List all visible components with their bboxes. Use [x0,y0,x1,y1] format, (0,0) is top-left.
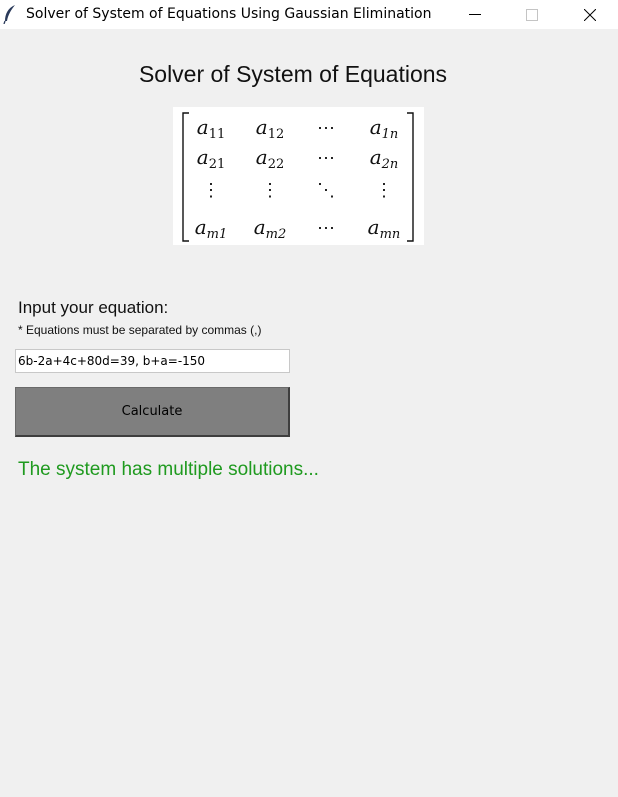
matrix-entry: ⋱ [317,180,335,201]
result-message: The system has multiple solutions... [18,459,319,480]
matrix-entry: a11 [197,115,225,142]
minimize-button[interactable] [452,0,498,29]
matrix-entry: ⋮ [375,180,393,201]
matrix-entry: a1n [370,115,399,142]
close-button[interactable] [567,0,613,29]
matrix-entry: am1 [195,215,228,242]
input-label: Input your equation: [18,298,169,317]
matrix-entry: ⋯ [317,218,335,239]
matrix-entry: am2 [254,215,287,242]
minimize-icon [469,14,481,15]
matrix-entry: ⋮ [202,180,220,201]
matrix-entry: a2n [370,145,399,172]
matrix-image: a11 a12 ⋯ a1n a21 a22 ⋯ a2n ⋮ ⋮ ⋱ ⋮ am1 am2 ⋯ amn [173,107,424,245]
matrix-entry: a21 [197,145,225,172]
calculate-label: Calculate [121,404,183,419]
matrix-entry: ⋮ [261,180,279,201]
matrix-entry: ⋯ [317,148,335,169]
calculate-button[interactable]: Calculate [15,387,290,437]
feather-icon [3,4,17,25]
maximize-icon [526,9,538,21]
matrix-entry: amn [368,215,401,242]
matrix-entry: ⋯ [317,118,335,139]
close-icon [584,9,596,21]
matrix-entry: a22 [256,145,284,172]
page-title: Solver of System of Equations [138,61,448,87]
title-bar: Solver of System of Equations Using Gaus… [0,0,618,29]
matrix-entry: a12 [256,115,284,142]
input-note: * Equations must be separated by commas … [18,323,262,337]
window-title: Solver of System of Equations Using Gaus… [26,6,432,22]
equation-input[interactable] [15,349,290,373]
maximize-button[interactable] [509,0,555,29]
